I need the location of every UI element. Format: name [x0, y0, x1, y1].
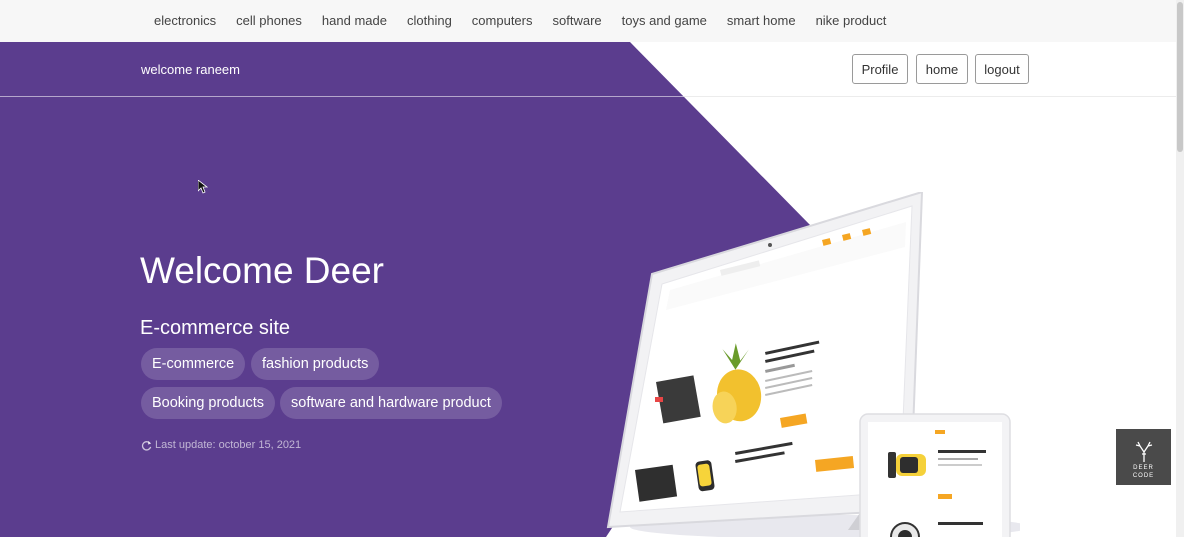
nav-item-clothing[interactable]: clothing	[397, 0, 462, 42]
deer-code-watermark: DEER CODE	[1116, 429, 1171, 485]
hero-subtitle: E-commerce site	[140, 317, 291, 339]
tag-booking-products: Booking products	[141, 387, 276, 419]
header-divider	[0, 96, 684, 97]
deer-logo-icon	[1135, 441, 1152, 462]
top-category-nav: electronics cell phones hand made clothi…	[0, 0, 1184, 42]
header-divider-right	[684, 96, 1184, 97]
nav-item-computers[interactable]: computers	[462, 0, 543, 42]
tag-software-hardware: software and hardware product	[280, 387, 502, 419]
nav-item-nike-product[interactable]: nike product	[806, 0, 897, 42]
page-scrollbar[interactable]	[1176, 0, 1184, 537]
hero-title: Welcome Deer	[140, 250, 385, 291]
badge-text-line2: CODE	[1132, 473, 1155, 479]
refresh-icon	[141, 440, 152, 451]
welcome-user-text: welcome raneem	[141, 62, 240, 77]
logout-button[interactable]: logout	[975, 54, 1029, 84]
mouse-cursor-icon	[198, 180, 208, 194]
tag-ecommerce: E-commerce	[141, 348, 246, 380]
nav-item-electronics[interactable]: electronics	[144, 0, 226, 42]
nav-item-cell-phones[interactable]: cell phones	[226, 0, 312, 42]
tag-fashion-products: fashion products	[251, 348, 380, 380]
badge-text-line1: DEER	[1133, 465, 1154, 471]
nav-item-smart-home[interactable]: smart home	[717, 0, 806, 42]
hero-section: welcome raneem Profile home logout Welco…	[0, 42, 1184, 537]
scrollbar-thumb[interactable]	[1177, 2, 1183, 152]
last-update: Last update: october 15, 2021	[141, 439, 301, 451]
nav-item-toys-and-game[interactable]: toys and game	[612, 0, 717, 42]
profile-button[interactable]: Profile	[852, 54, 908, 84]
nav-item-software[interactable]: software	[543, 0, 612, 42]
last-update-text: Last update: october 15, 2021	[155, 439, 302, 451]
nav-item-hand-made[interactable]: hand made	[312, 0, 397, 42]
ecommerce-device-mockup	[606, 192, 1020, 537]
home-button[interactable]: home	[916, 54, 968, 84]
